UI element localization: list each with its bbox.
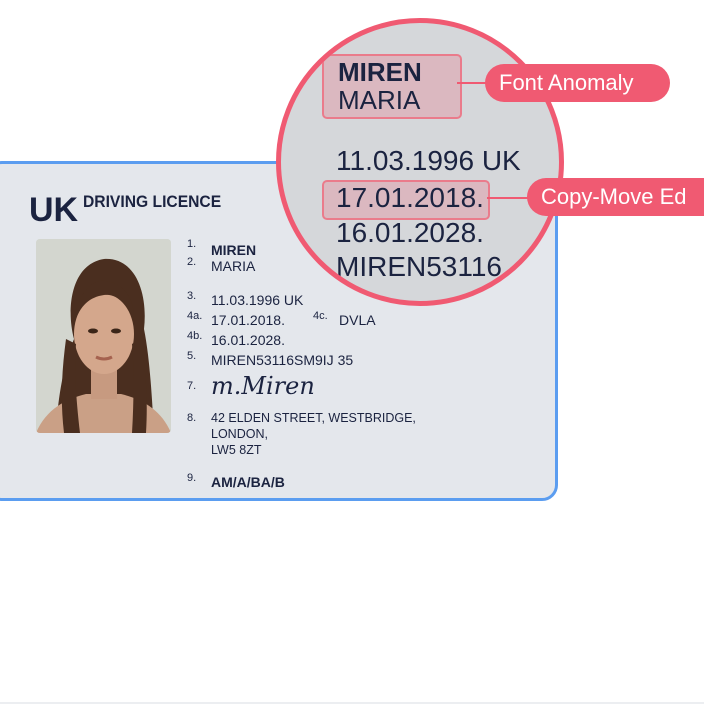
- zoom-expiry-date: 16.01.2028.: [336, 217, 484, 248]
- field-num-2: 2.: [187, 256, 197, 268]
- zoom-issue-date: 17.01.2018.: [336, 182, 484, 213]
- field-num-5: 5.: [187, 350, 197, 362]
- field-address-line2: LONDON,: [211, 427, 268, 441]
- field-authority: DVLA: [339, 312, 376, 328]
- field-issue-date: 17.01.2018.: [211, 312, 285, 328]
- field-num-1: 1.: [187, 238, 197, 250]
- zoom-surname: MIREN: [338, 57, 422, 87]
- field-licence-number: MIREN53116SM9IJ 35: [211, 352, 354, 368]
- field-surname: MIREN: [211, 242, 257, 258]
- field-num-4c: 4c.: [313, 310, 328, 322]
- field-num-9: 9.: [187, 472, 197, 484]
- portrait-illustration: [36, 239, 171, 433]
- field-categories: AM/A/BA/B: [211, 474, 285, 490]
- zoom-given-name: MARIA: [338, 85, 421, 115]
- field-num-4b: 4b.: [187, 330, 203, 342]
- holder-photo: [36, 239, 171, 433]
- card-title: DRIVING LICENCE: [83, 192, 222, 211]
- field-expiry-date: 16.01.2028.: [211, 332, 285, 348]
- font-anomaly-tag: Font Anomaly: [485, 64, 670, 102]
- field-address-line3: LW5 8ZT: [211, 443, 262, 457]
- magnifier-circle: MIREN MARIA 11.03.1996 UK 17.01.2018. 16…: [276, 18, 564, 306]
- zoom-dob: 11.03.1996 UK: [336, 145, 521, 176]
- field-address-line1: 42 ELDEN STREET, WESTBRIDGE,: [211, 411, 416, 425]
- field-given-name: MARIA: [211, 258, 256, 274]
- copy-move-tag: Copy-Move Ed: [527, 178, 704, 216]
- field-num-3: 3.: [187, 290, 197, 302]
- field-dob: 11.03.1996 UK: [211, 292, 304, 308]
- copy-move-connector: [487, 197, 529, 199]
- field-num-8: 8.: [187, 412, 197, 424]
- zoom-licence-number: MIREN53116: [336, 251, 503, 282]
- country-code: UK: [29, 191, 79, 229]
- field-num-7: 7.: [187, 380, 197, 392]
- bottom-divider: [0, 702, 704, 704]
- field-signature: m.Miren: [211, 372, 315, 400]
- field-num-4a: 4a.: [187, 310, 203, 322]
